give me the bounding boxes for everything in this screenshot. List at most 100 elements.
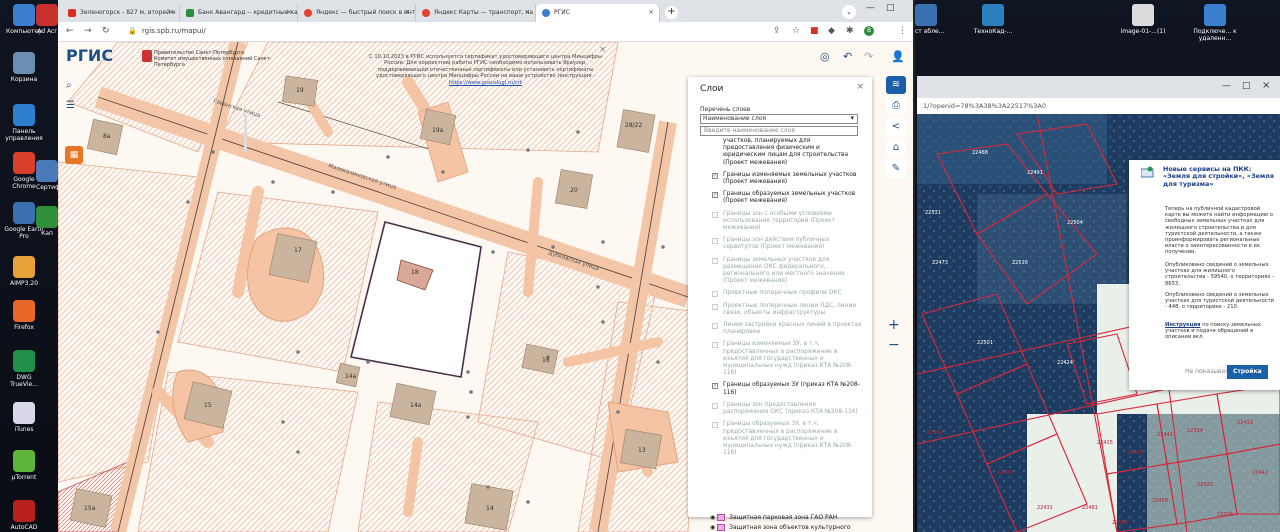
extension-icon[interactable]: ■ bbox=[810, 26, 819, 36]
ruler-icon[interactable]: ✎ bbox=[886, 160, 906, 178]
layer-item[interactable]: ✓ Границы изменяемых земельных участков (… bbox=[698, 172, 863, 186]
undo-icon[interactable]: ↶ bbox=[843, 50, 852, 63]
zoom-out-button[interactable]: − bbox=[888, 337, 900, 353]
desktop-icon[interactable]: DWG TrueVie... bbox=[2, 350, 46, 388]
tab-gmail[interactable]: Зеленогорск - 827 м, вторей е × bbox=[62, 4, 180, 22]
menu-icon[interactable]: ☰ bbox=[66, 100, 75, 111]
tab-bank[interactable]: Банк Авангард -- кредитные ка × bbox=[180, 4, 298, 22]
layer-item[interactable]: Границы земельных участков для размещени… bbox=[698, 257, 863, 286]
extension-icon[interactable]: ◆ bbox=[828, 26, 835, 36]
maximize-button[interactable]: □ bbox=[886, 3, 895, 13]
map-view[interactable]: 19 19а 28/22 8а 20 17 18 14а 16 15 14а 1… bbox=[58, 42, 913, 532]
star-icon[interactable]: ☆ bbox=[792, 26, 800, 36]
notice-close-button[interactable]: × bbox=[599, 45, 607, 55]
profile-avatar[interactable]: В bbox=[864, 26, 874, 36]
eye-icon[interactable]: ◉ bbox=[710, 514, 717, 521]
print-icon[interactable]: ⎙ bbox=[886, 97, 906, 115]
globe-icon[interactable]: ◎ bbox=[820, 50, 830, 63]
close-icon[interactable]: × bbox=[404, 8, 410, 16]
tab-yandex-maps[interactable]: Яндекс Карты — транспорт, на × bbox=[416, 4, 536, 22]
desktop-icon[interactable]: Ad Acr bbox=[36, 4, 58, 35]
desktop-icon[interactable]: Кап bbox=[36, 206, 58, 237]
reload-icon[interactable]: ↻ bbox=[102, 26, 110, 36]
desktop-icon[interactable]: AIMP3.20 bbox=[2, 256, 46, 287]
zoom-in-button[interactable]: + bbox=[888, 317, 900, 333]
desktop-icon[interactable]: Корзина bbox=[2, 52, 46, 83]
tab-list-button[interactable]: ⌄ bbox=[842, 5, 856, 19]
layer-item[interactable]: Проектные поперечные профили ОКС bbox=[698, 290, 863, 298]
user-icon[interactable]: 👤 bbox=[891, 50, 905, 63]
desktop-icon[interactable]: µTorrent bbox=[2, 450, 46, 481]
computer-icon bbox=[13, 4, 35, 26]
layer-checkbox[interactable] bbox=[712, 422, 718, 429]
minimize-button[interactable]: — bbox=[866, 3, 875, 13]
desktop-icon-image[interactable]: image-01-...(1) bbox=[1108, 4, 1178, 35]
layer-item[interactable]: Границы зон с особыми условиями использо… bbox=[698, 211, 863, 233]
share-icon[interactable]: < bbox=[886, 118, 906, 136]
eye-icon[interactable]: ◉ bbox=[710, 524, 717, 531]
desktop-icon-technokad[interactable]: ТехноКад-... bbox=[958, 4, 1028, 35]
close-button[interactable]: × bbox=[1262, 80, 1270, 91]
parcel-number: 22415 bbox=[1097, 440, 1113, 446]
scrollbar[interactable] bbox=[244, 112, 247, 152]
new-tab-button[interactable]: + bbox=[665, 6, 678, 19]
maximize-button[interactable]: □ bbox=[1242, 81, 1251, 91]
rgis-logo[interactable]: РГИС bbox=[66, 46, 113, 65]
forward-icon[interactable]: → bbox=[84, 26, 92, 36]
puzzle-icon[interactable]: ✱ bbox=[846, 26, 854, 36]
layer-item[interactable]: Границы зон действия публичных сервитуто… bbox=[698, 237, 863, 251]
home-icon[interactable]: ⌂ bbox=[886, 139, 906, 157]
layer-checkbox[interactable] bbox=[712, 291, 718, 298]
search-icon[interactable]: ⌕ bbox=[66, 80, 72, 91]
layer-label: Границы образуемых ЗУ (приказ КТА №208-1… bbox=[723, 382, 860, 396]
share-icon[interactable]: ⇪ bbox=[773, 26, 781, 36]
layer-checkbox[interactable] bbox=[712, 323, 718, 330]
layer-item[interactable]: Границы изменяемых ЗУ, в т.ч. предоставл… bbox=[698, 341, 863, 377]
desktop-icon[interactable]: AutoCAD bbox=[2, 500, 46, 531]
tab-rgis[interactable]: РГИС × bbox=[536, 4, 660, 22]
layer-name-select[interactable]: Наименование слоя ▾ bbox=[700, 114, 858, 124]
layer-checkbox[interactable] bbox=[712, 211, 718, 218]
parcel-number: 22424 bbox=[1057, 360, 1073, 366]
desktop-icon[interactable]: Панель управления bbox=[2, 104, 46, 142]
redo-icon[interactable]: ↷ bbox=[864, 50, 873, 63]
desktop-icon-remote-connection[interactable]: Подключе... к удаленн... bbox=[1180, 4, 1250, 42]
tab-yandex-search[interactable]: Яндекс — быстрый поиск в инт × bbox=[298, 4, 416, 22]
layer-item[interactable]: участков, планируемых для предоставления… bbox=[698, 138, 863, 167]
close-icon[interactable]: × bbox=[524, 8, 530, 16]
satellite-map[interactable]: 22531 22501 22473 22492 22433 22431 22424 22468… bbox=[917, 113, 1280, 532]
layer-search-input[interactable]: Введите наименование слоя bbox=[700, 126, 858, 136]
layer-checkbox[interactable] bbox=[712, 238, 718, 245]
layer-checkbox[interactable]: ✓ bbox=[712, 192, 718, 199]
layer-tool-icon[interactable]: ▦ bbox=[65, 146, 83, 164]
close-icon[interactable]: × bbox=[286, 8, 292, 16]
url-field[interactable]: rgis.spb.ru/mapui/ bbox=[142, 27, 206, 35]
layers-panel: Слои × Перечень слоев Наименование слоя ▾… bbox=[688, 77, 872, 517]
layer-item[interactable]: Границы образуемых ЗУ, в т.ч. предоставл… bbox=[698, 421, 863, 457]
menu-icon[interactable]: ⋮ bbox=[898, 26, 907, 36]
layer-item[interactable]: ✓ Границы образуемых ЗУ (приказ КТА №208-… bbox=[698, 382, 863, 396]
layer-checkbox[interactable] bbox=[712, 402, 718, 409]
layers-icon[interactable]: ≋ bbox=[886, 76, 906, 94]
app-icon bbox=[36, 160, 58, 182]
layer-checkbox[interactable]: ✓ bbox=[712, 383, 718, 390]
desktop-icon[interactable]: Сертиф bbox=[36, 160, 58, 191]
desktop-icon[interactable]: iTunes bbox=[2, 402, 46, 433]
stroika-button[interactable]: Стройка bbox=[1227, 365, 1268, 379]
desktop-icon[interactable]: Firefox bbox=[2, 300, 46, 331]
layer-checkbox[interactable]: ✓ bbox=[712, 172, 718, 179]
layer-item[interactable]: Проектные поперечные линии ЛДС, линии св… bbox=[698, 303, 863, 317]
panel-close-button[interactable]: × bbox=[856, 82, 864, 92]
close-icon[interactable]: × bbox=[168, 8, 174, 16]
layer-checkbox[interactable] bbox=[712, 342, 718, 349]
url-field[interactable]: 1/?openid=78%3A38%3A22517%3A0 bbox=[923, 102, 1046, 110]
layer-checkbox[interactable] bbox=[712, 303, 718, 310]
certificate-link[interactable]: https://www.gosuslugi.ru/crt bbox=[449, 80, 522, 86]
back-icon[interactable]: ← bbox=[66, 26, 74, 36]
layer-item[interactable]: Границы зон предоставления распоряжения … bbox=[698, 402, 863, 416]
layer-checkbox[interactable] bbox=[712, 257, 718, 264]
layer-item[interactable]: Линии застройки красных линий в проектах… bbox=[698, 322, 863, 336]
minimize-button[interactable]: — bbox=[1222, 81, 1231, 91]
layer-item[interactable]: ✓ Границы образуемых земельных участков (… bbox=[698, 191, 863, 205]
close-icon[interactable]: × bbox=[648, 8, 654, 16]
